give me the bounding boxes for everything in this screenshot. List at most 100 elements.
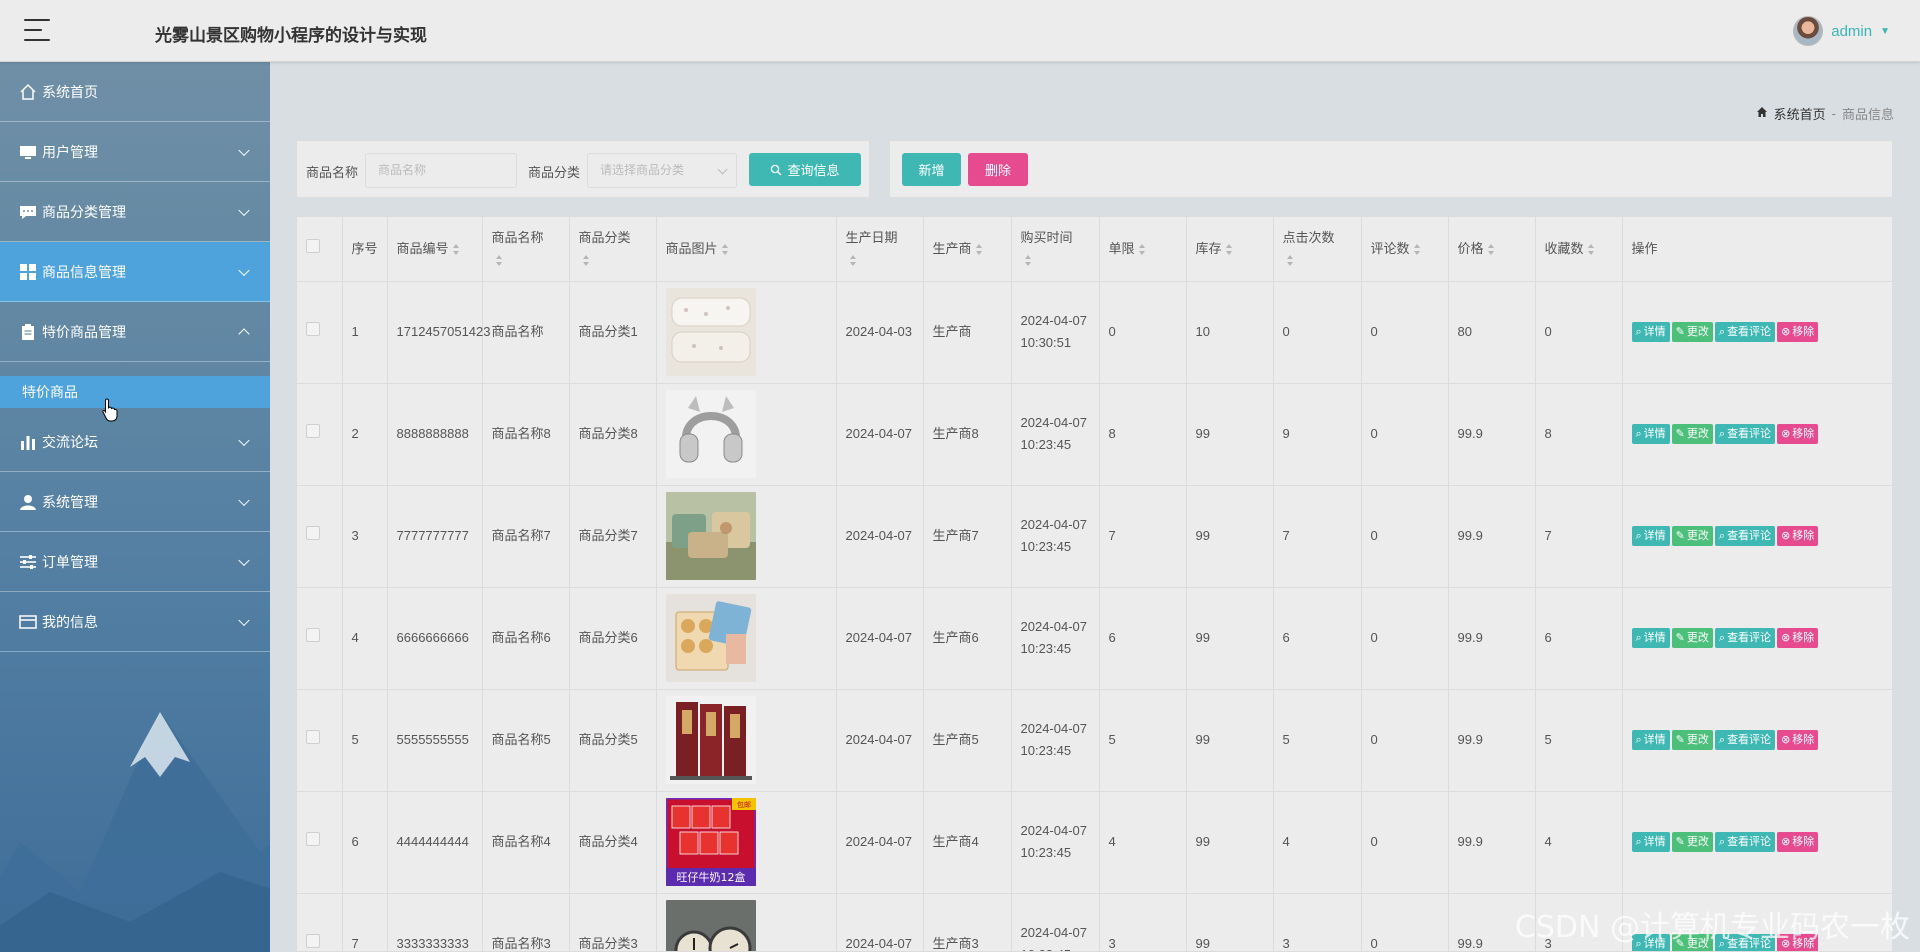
row-checkbox[interactable] — [306, 424, 320, 438]
col-header[interactable]: 购买时间 — [1011, 217, 1100, 282]
remove-button[interactable]: ⊗ 移除 — [1777, 322, 1819, 342]
sidebar-subitem-special-goods[interactable]: 特价商品 — [0, 376, 270, 408]
edit-button[interactable]: ✎ 更改 — [1671, 832, 1713, 852]
detail-button[interactable]: ⌕ 详情 — [1631, 832, 1670, 852]
select-all-checkbox[interactable] — [306, 238, 320, 253]
pencil-icon: ✎ — [1675, 530, 1685, 542]
table-row[interactable]: 7 3333333333 商品名称3 商品分类3 2024-04-07 生产商3 2024-… — [297, 893, 1892, 951]
sort-icon[interactable] — [1286, 254, 1294, 266]
row-checkbox[interactable] — [306, 628, 320, 642]
sort-icon[interactable] — [1587, 243, 1595, 255]
row-checkbox[interactable] — [306, 322, 320, 336]
menu-toggle-icon[interactable] — [24, 19, 50, 41]
remove-button[interactable]: ⊗ 移除 — [1777, 424, 1819, 444]
sidebar-item-goods[interactable]: 商品信息管理 — [0, 242, 270, 302]
col-header[interactable]: 商品分类 — [569, 217, 657, 282]
sidebar-item-forum[interactable]: 交流论坛 — [0, 412, 270, 472]
table-row[interactable]: 2 8888888888 商品名称8 商品分类8 2024-04-07 生产商8 2024-… — [297, 383, 1892, 486]
sidebar-item-category[interactable]: 商品分类管理 — [0, 182, 270, 242]
sort-icon[interactable] — [582, 254, 590, 266]
sort-icon[interactable] — [975, 243, 983, 255]
sort-icon[interactable] — [1225, 243, 1233, 255]
sort-icon[interactable] — [1024, 254, 1032, 266]
sort-icon[interactable] — [849, 254, 857, 266]
app-title: 光雾山景区购物小程序的设计与实现 — [155, 26, 427, 45]
sort-icon[interactable] — [1487, 243, 1495, 255]
sort-icon[interactable] — [495, 254, 503, 266]
table-row[interactable]: 1 1712457051423 商品名称 商品分类1 2024-04-03 生产商 2024… — [297, 281, 1892, 384]
remove-button[interactable]: ⊗ 移除 — [1777, 526, 1819, 546]
detail-button[interactable]: ⌕ 详情 — [1631, 730, 1670, 750]
view-reviews-button[interactable]: ⌕ 查看评论 — [1714, 730, 1776, 750]
sidebar-item-special[interactable]: 特价商品管理 — [0, 302, 270, 362]
view-reviews-button[interactable]: ⌕ 查看评论 — [1714, 322, 1776, 342]
edit-button[interactable]: ✎ 更改 — [1671, 424, 1713, 444]
detail-button[interactable]: ⌕ 详情 — [1631, 322, 1670, 342]
col-header[interactable]: 价格 — [1448, 217, 1536, 282]
cell-name: 商品名称7 — [482, 485, 570, 588]
product-category-select[interactable]: 请选择商品分类 — [587, 153, 737, 188]
edit-button[interactable]: ✎ 更改 — [1671, 934, 1713, 951]
product-name-input[interactable]: 商品名称 — [365, 153, 517, 188]
query-button[interactable]: 查询信息 — [749, 153, 861, 186]
view-reviews-button[interactable]: ⌕ 查看评论 — [1714, 526, 1776, 546]
table-row[interactable]: 4 6666666666 商品名称6 商品分类6 2024-04-07 生产商6 2024-… — [297, 587, 1892, 690]
remove-button[interactable]: ⊗ 移除 — [1777, 934, 1819, 951]
detail-button[interactable]: ⌕ 详情 — [1631, 934, 1670, 951]
col-header[interactable]: 单限 — [1099, 217, 1187, 282]
edit-button[interactable]: ✎ 更改 — [1671, 628, 1713, 648]
remove-button[interactable]: ⊗ 移除 — [1777, 832, 1819, 852]
cell-image — [656, 893, 837, 951]
view-reviews-button[interactable]: ⌕ 查看评论 — [1714, 832, 1776, 852]
table-row[interactable]: 3 7777777777 商品名称7 商品分类7 2024-04-07 生产商7 2024-… — [297, 485, 1892, 588]
remove-circle-icon: ⊗ — [1781, 734, 1791, 746]
sidebar-item-profile[interactable]: 我的信息 — [0, 592, 270, 652]
view-reviews-button[interactable]: ⌕ 查看评论 — [1714, 628, 1776, 648]
breadcrumb-home[interactable]: 系统首页 — [1774, 104, 1826, 123]
row-checkbox[interactable] — [306, 934, 320, 948]
detail-button[interactable]: ⌕ 详情 — [1631, 628, 1670, 648]
search-panel: 商品名称 商品名称 商品分类 请选择商品分类 查询信息 — [296, 140, 870, 198]
row-checkbox[interactable] — [306, 832, 320, 846]
table-row[interactable]: 5 5555555555 商品名称5 商品分类5 2024-04-07 生产商5 2024-… — [297, 689, 1892, 792]
cell-production-date: 2024-04-07 — [836, 893, 924, 951]
avatar — [1793, 16, 1824, 46]
col-header[interactable]: 生产商 — [923, 217, 1012, 282]
col-header[interactable]: 商品编号 — [387, 217, 483, 282]
col-header[interactable]: 收藏数 — [1535, 217, 1623, 282]
table-row[interactable]: 6 4444444444 商品名称4 商品分类4 包邮 旺仔牛奶12盒 2024-04-07… — [297, 791, 1892, 894]
col-header[interactable]: 商品名称 — [482, 217, 570, 282]
sort-icon[interactable] — [721, 243, 729, 255]
row-checkbox[interactable] — [306, 526, 320, 540]
delete-button[interactable]: 删除 — [968, 153, 1028, 186]
remove-button[interactable]: ⊗ 移除 — [1777, 730, 1819, 750]
sort-icon[interactable] — [1413, 243, 1421, 255]
sidebar-item-system[interactable]: 系统管理 — [0, 472, 270, 532]
add-button[interactable]: 新增 — [902, 153, 961, 186]
edit-button[interactable]: ✎ 更改 — [1671, 730, 1713, 750]
sidebar-item-users[interactable]: 用户管理 — [0, 122, 270, 182]
edit-button[interactable]: ✎ 更改 — [1671, 526, 1713, 546]
col-header[interactable]: 点击次数 — [1273, 217, 1362, 282]
col-header[interactable]: 评论数 — [1361, 217, 1449, 282]
col-header[interactable]: 库存 — [1186, 217, 1274, 282]
row-checkbox[interactable] — [306, 730, 320, 744]
detail-button[interactable]: ⌕ 详情 — [1631, 526, 1670, 546]
sidebar-item-home[interactable]: 系统首页 — [0, 62, 270, 122]
product-name-label: 商品名称 — [306, 165, 359, 180]
edit-button[interactable]: ✎ 更改 — [1671, 322, 1713, 342]
sort-icon[interactable] — [452, 243, 460, 255]
detail-button[interactable]: ⌕ 详情 — [1631, 424, 1670, 444]
sidebar-item-orders[interactable]: 订单管理 — [0, 532, 270, 592]
search-icon: ⌕ — [1635, 428, 1642, 440]
sort-icon[interactable] — [1138, 243, 1146, 255]
cell-index: 7 — [342, 893, 388, 951]
cell-clicks: 3 — [1273, 893, 1362, 951]
remove-button[interactable]: ⊗ 移除 — [1777, 628, 1819, 648]
col-header[interactable]: 生产日期 — [836, 217, 924, 282]
user-menu[interactable]: admin ▼ — [1793, 16, 1890, 46]
query-button-label: 查询信息 — [787, 163, 840, 178]
col-header[interactable]: 商品图片 — [656, 217, 837, 282]
view-reviews-button[interactable]: ⌕ 查看评论 — [1714, 424, 1776, 444]
view-reviews-button[interactable]: ⌕ 查看评论 — [1714, 934, 1776, 951]
